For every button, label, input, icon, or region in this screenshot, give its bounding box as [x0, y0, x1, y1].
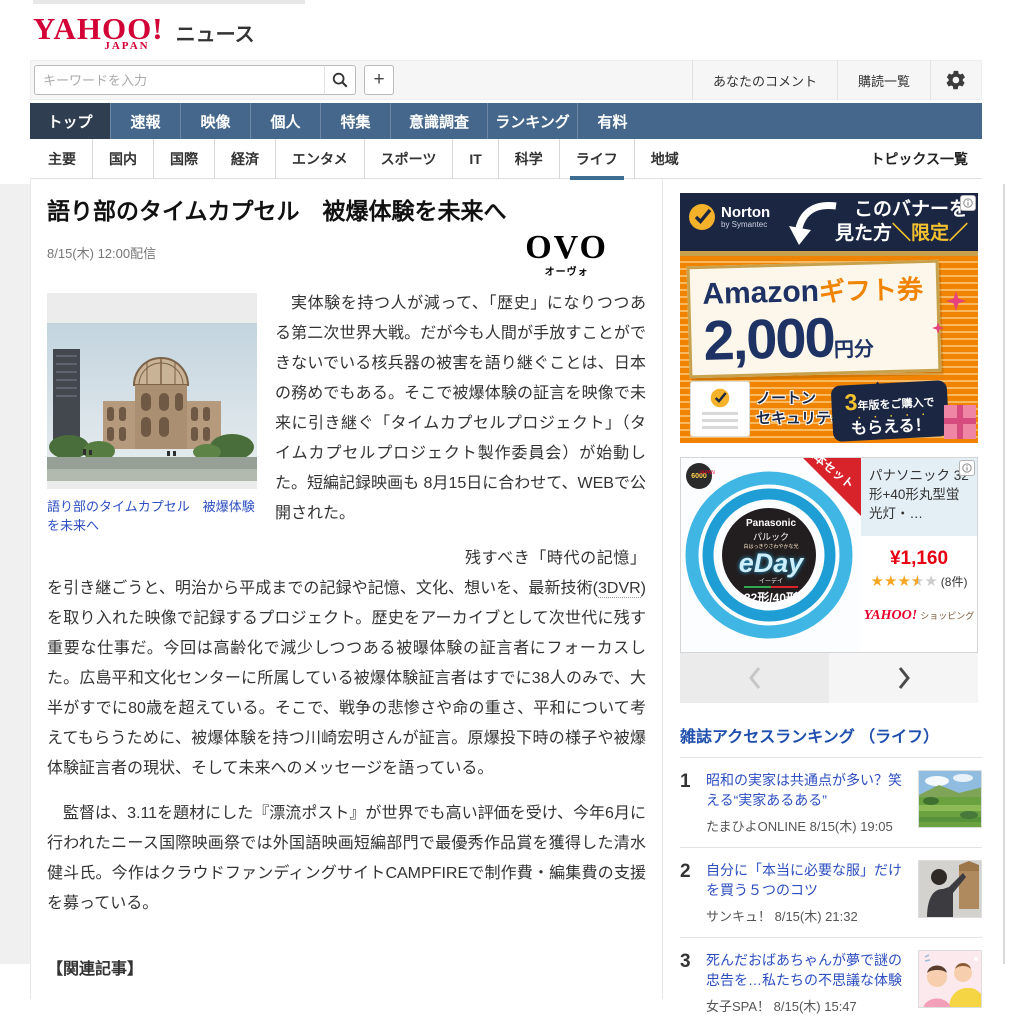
- norton-logo: Norton by Symantec: [688, 203, 770, 231]
- nav-tab-sokuho[interactable]: 速報: [110, 103, 180, 139]
- ranking-item-link[interactable]: 自分に「本当に必要な服」だけを買う５つのコツ: [706, 860, 908, 900]
- subscription-list-link[interactable]: 購読一覧: [837, 60, 930, 100]
- amazon-gift-voucher: Amazonギフト券 2,000円分: [687, 260, 942, 379]
- ranking-title-link[interactable]: 雑誌アクセスランキング （ライフ）: [680, 723, 982, 747]
- left-gutter: [0, 184, 30, 964]
- gear-icon: [945, 69, 967, 91]
- browser-artifact-strip: [33, 0, 305, 4]
- settings-button[interactable]: [930, 60, 981, 100]
- product-rating: ★★★★★★(8件): [861, 572, 977, 590]
- star-icon: ★: [871, 573, 884, 590]
- ranking-item-1: 1 昭和の実家は共通点が多い？笑える“実家あるある” たまひよONLINE 8/…: [680, 757, 982, 847]
- search-input[interactable]: [34, 65, 324, 95]
- nav-tab-eizo[interactable]: 映像: [180, 103, 250, 139]
- figure-caption-link[interactable]: 語り部のタイムカプセル 被爆体験を未来へ: [47, 497, 257, 535]
- article-title: 語り部のタイムカプセル 被爆体験を未来へ: [47, 195, 646, 227]
- article-panel: 語り部のタイムカプセル 被爆体験を未来へ 8/15(木) 12:00配信 OVO…: [30, 179, 663, 999]
- panasonic-product-card[interactable]: Panasonic パルック 白はっきりさわやかな光 eDay イーデイ 32形…: [680, 457, 978, 653]
- nav-tab-yuryo[interactable]: 有料: [577, 103, 647, 139]
- ranking-item-source: 女子SPA！ 8/15(木) 15:47: [706, 996, 908, 1015]
- rank-number: 2: [680, 860, 706, 925]
- ranking-item-2: 2 自分に「本当に必要な服」だけを買う５つのコツ サンキュ！ 8/15(木) 2…: [680, 847, 982, 937]
- ad-info-icon[interactable]: [960, 195, 976, 211]
- star-icon: ★: [897, 573, 910, 590]
- dictionary-term-3dvr[interactable]: 3DVR: [598, 580, 641, 598]
- category-nav: 主要 国内 国際 経済 エンタメ スポーツ IT 科学 ライフ 地域 トピックス…: [30, 139, 982, 179]
- ranking-item-link[interactable]: 死んだおばあちゃんが夢で謎の忠告を…私たちの不思議な体験: [706, 950, 908, 990]
- chevron-left-icon: [747, 665, 763, 691]
- ranking-item-thumbnail[interactable]: [918, 860, 982, 918]
- category-keizai[interactable]: 経済: [215, 139, 276, 179]
- category-kokunai[interactable]: 国内: [93, 139, 154, 179]
- ranking-item-thumbnail[interactable]: [918, 770, 982, 828]
- service-name-news[interactable]: ニュース: [176, 18, 255, 47]
- logo-japan-text: JAPAN: [104, 40, 149, 52]
- category-life[interactable]: ライフ: [560, 139, 635, 179]
- dome-photo-illustration: [47, 323, 257, 481]
- ranking-item-source: たまひよONLINE 8/15(木) 19:05: [706, 816, 908, 835]
- curved-arrow-icon: [788, 201, 840, 254]
- magazine-ranking-section: 雑誌アクセスランキング （ライフ） 1 昭和の実家は共通点が多い？笑える“実家あ…: [680, 723, 982, 1027]
- ranking-item-source: サンキュ！ 8/15(木) 21:32: [706, 906, 908, 925]
- category-sports[interactable]: スポーツ: [365, 139, 454, 179]
- search-icon: [331, 71, 349, 89]
- norton-ad-banner[interactable]: Norton by Symantec このバナーを 見た方＼限定／ Amazon…: [680, 193, 978, 443]
- yahoo-shopping-logo[interactable]: YAHOO!JAPANショッピング: [861, 606, 977, 624]
- nav-tab-kojin[interactable]: 個人: [250, 103, 320, 139]
- article-figure: 語り部のタイムカプセル 被爆体験を未来へ: [47, 293, 257, 535]
- article-paragraph-3: 監督は、3.11を題材にした『漂流ポスト』が世界でも高い評価を受け、今年6月に行…: [47, 799, 646, 919]
- ranking-item-thumbnail[interactable]: [918, 950, 982, 1008]
- ad-info-icon[interactable]: [959, 460, 975, 476]
- sidebar: Norton by Symantec このバナーを 見た方＼限定／ Amazon…: [680, 179, 982, 1027]
- sparkle-icon: [946, 291, 966, 316]
- search-button[interactable]: [324, 65, 356, 95]
- header: YAHOO! JAPAN ニュース: [0, 0, 1012, 60]
- article-paragraph-2: 残すべき「時代の記憶」を引き継ごうと、明治から平成までの記録や記憶、文化、想いを…: [47, 544, 646, 784]
- topics-list-link[interactable]: トピックス一覧: [870, 149, 968, 169]
- category-chiiki[interactable]: 地域: [635, 139, 695, 179]
- star-half-icon: ★★: [911, 572, 924, 590]
- gift-box-icon: [944, 405, 976, 439]
- lumen-badge: 6000: [686, 463, 712, 489]
- related-articles-heading: 【関連記事】: [47, 955, 646, 999]
- source-logo-ovo[interactable]: OVO オーヴォ: [525, 231, 608, 289]
- yahoo-japan-logo[interactable]: YAHOO! JAPAN: [33, 14, 164, 44]
- norton-product-box: [690, 381, 750, 437]
- sparkle-icon: [932, 321, 944, 339]
- your-comments-link[interactable]: あなたのコメント: [692, 60, 837, 100]
- panasonic-product-image: Panasonic パルック 白はっきりさわやかな光 eDay イーデイ 32形…: [681, 458, 861, 652]
- rank-number: 1: [680, 770, 706, 835]
- plus-icon: +: [373, 69, 384, 91]
- offer-bubble: 3年版をご購入で ・・・・・ もらえる！: [831, 380, 950, 442]
- category-kokusai[interactable]: 国際: [154, 139, 215, 179]
- limited-label: ＼限定／: [892, 223, 968, 244]
- carousel-next-button[interactable]: [829, 653, 978, 703]
- panasonic-ad: Panasonic パルック 白はっきりさわやかな光 eDay イーデイ 32形…: [680, 457, 978, 703]
- atomic-bomb-dome-photo[interactable]: [47, 293, 257, 489]
- category-kagaku[interactable]: 科学: [499, 139, 560, 179]
- add-keyword-button[interactable]: +: [364, 65, 394, 95]
- category-entame[interactable]: エンタメ: [276, 139, 365, 179]
- nav-tab-ishikichosa[interactable]: 意識調査: [390, 103, 487, 139]
- star-icon: ★: [884, 573, 897, 590]
- ranking-item-3: 3 死んだおばあちゃんが夢で謎の忠告を…私たちの不思議な体験 女子SPA！ 8/…: [680, 937, 982, 1027]
- nav-tab-ranking[interactable]: ランキング: [487, 103, 577, 139]
- star-empty-icon: ★: [924, 573, 937, 590]
- main-nav: トップ 速報 映像 個人 特集 意識調査 ランキング 有料: [30, 103, 982, 139]
- ad-carousel-controls: [680, 653, 978, 703]
- category-it[interactable]: IT: [453, 139, 498, 179]
- ranking-item-link[interactable]: 昭和の実家は共通点が多い？笑える“実家あるある”: [706, 770, 908, 810]
- carousel-prev-button[interactable]: [680, 653, 829, 703]
- rank-number: 3: [680, 950, 706, 1015]
- nav-tab-tokushu[interactable]: 特集: [320, 103, 390, 139]
- product-price: ¥1,160: [861, 548, 977, 570]
- search-bar-row: + あなたのコメント 購読一覧: [30, 60, 982, 100]
- review-count: (8件): [941, 575, 968, 589]
- chevron-right-icon: [896, 665, 912, 691]
- scrollbar[interactable]: [1003, 184, 1005, 964]
- article-date: 8/15(木) 12:00配信: [47, 243, 156, 289]
- norton-check-icon: [688, 203, 716, 231]
- category-shuyo[interactable]: 主要: [32, 139, 93, 179]
- nav-tab-top[interactable]: トップ: [30, 103, 110, 139]
